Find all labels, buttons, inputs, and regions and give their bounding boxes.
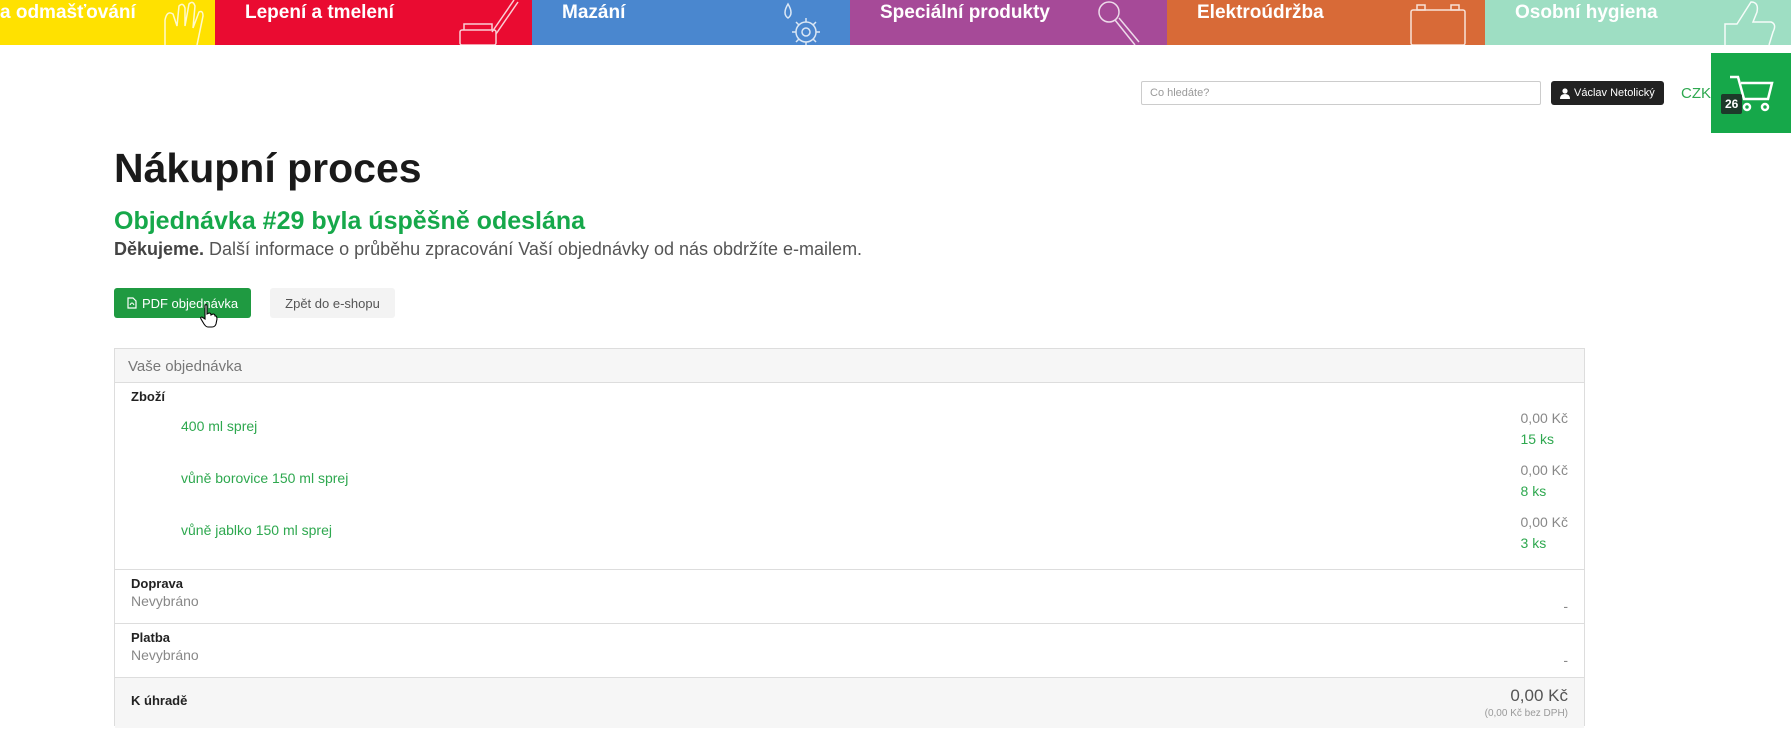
user-account-button[interactable]: Václav Netolický: [1551, 81, 1664, 105]
total-value: 0,00 Kč: [1510, 686, 1568, 705]
shipping-value: Nevybráno: [131, 593, 199, 609]
search-input[interactable]: [1141, 81, 1541, 105]
shipping-section: Doprava Nevybráno -: [115, 570, 1584, 624]
cart-button[interactable]: 26: [1711, 53, 1791, 133]
category-gluing[interactable]: Lepení a tmelení: [215, 0, 532, 45]
order-panel-heading: Vaše objednávka: [115, 349, 1584, 383]
item-price-qty: 0,00 Kč 15 ks: [1521, 408, 1568, 450]
shipping-label: Doprava: [131, 576, 184, 591]
payment-price: -: [1563, 652, 1568, 668]
category-label: Osobní hygiena: [1515, 2, 1658, 23]
gloves-icon: [164, 1, 204, 45]
list-item: 400 ml sprej 0,00 Kč 15 ks: [131, 404, 1568, 456]
user-icon: [1560, 87, 1570, 99]
pdf-file-icon: [127, 297, 137, 309]
payment-section: Platba Nevybráno -: [115, 624, 1584, 678]
category-special-products[interactable]: Speciální produkty: [850, 0, 1167, 45]
item-price: 0,00 Kč: [1520, 514, 1568, 530]
wrench-icon: [1098, 1, 1140, 45]
payment-value: Nevybráno: [131, 647, 199, 663]
item-price: 0,00 Kč: [1520, 462, 1568, 478]
order-success-message: Objednávka #29 byla úspěšně odeslána: [114, 207, 586, 235]
glue-tube-icon: [459, 0, 519, 45]
thanks-message: Děkujeme. Další informace o průběhu zpra…: [114, 239, 862, 260]
shipping-price: -: [1563, 598, 1568, 614]
payment-label: Platba: [131, 630, 171, 645]
list-item: vůně borovice 150 ml sprej 0,00 Kč 8 ks: [131, 456, 1568, 508]
category-hygiene[interactable]: Osobní hygiena: [1485, 0, 1791, 45]
category-electro[interactable]: Elektroúdržba: [1167, 0, 1485, 45]
item-name-link[interactable]: vůně borovice 150 ml sprej: [181, 470, 348, 486]
category-degreasing[interactable]: a odmašťování: [0, 0, 215, 45]
category-label: Lepení a tmelení: [245, 2, 394, 23]
category-label: Elektroúdržba: [1197, 2, 1324, 23]
thumb-icon: [1724, 1, 1776, 45]
thanks-text: Další informace o průběhu zpracování Vaš…: [204, 239, 863, 259]
hand-cursor-icon: [200, 304, 218, 328]
currency-selector[interactable]: CZK: [1681, 85, 1711, 102]
page-title: Nákupní proces: [114, 145, 422, 191]
item-quantity: 3 ks: [1520, 535, 1547, 551]
order-panel: Vaše objednávka Zboží 400 ml sprej 0,00 …: [114, 348, 1585, 728]
category-bar: a odmašťování Lepení a tmelení Mazání Sp…: [0, 0, 1791, 45]
back-to-shop-button[interactable]: Zpět do e-shopu: [270, 288, 395, 318]
total-section: K úhradě 0,00 Kč (0,00 Kč bez DPH): [115, 678, 1584, 728]
gear-drop-icon: [784, 2, 820, 45]
list-item: vůně jablko 150 ml sprej 0,00 Kč 3 ks: [131, 508, 1568, 560]
item-quantity: 15 ks: [1520, 431, 1554, 447]
thanks-bold: Děkujeme.: [114, 239, 205, 259]
user-name: Václav Netolický: [1574, 87, 1655, 99]
item-price-qty: 0,00 Kč 8 ks: [1521, 460, 1568, 502]
goods-section: Zboží 400 ml sprej 0,00 Kč 15 ks vůně bo…: [115, 383, 1584, 570]
total-label: K úhradě: [131, 693, 188, 708]
pdf-order-label: PDF objednávka: [141, 295, 239, 311]
item-name-link[interactable]: 400 ml sprej: [181, 418, 257, 434]
item-quantity: 8 ks: [1520, 483, 1547, 499]
cart-count-badge: 26: [1721, 94, 1743, 114]
category-label: Speciální produkty: [880, 2, 1050, 23]
total-without-vat: (0,00 Kč bez DPH): [1484, 708, 1568, 719]
pdf-order-button[interactable]: PDF objednávka: [114, 288, 251, 318]
category-label: a odmašťování: [0, 2, 136, 23]
item-name-link[interactable]: vůně jablko 150 ml sprej: [181, 522, 332, 538]
item-price: 0,00 Kč: [1520, 410, 1568, 426]
battery-icon: [1410, 4, 1466, 45]
category-lubrication[interactable]: Mazání: [532, 0, 850, 45]
item-price-qty: 0,00 Kč 3 ks: [1521, 512, 1568, 554]
category-label: Mazání: [562, 2, 626, 23]
goods-label: Zboží: [131, 389, 165, 404]
total-amount: 0,00 Kč (0,00 Kč bez DPH): [1485, 686, 1568, 719]
